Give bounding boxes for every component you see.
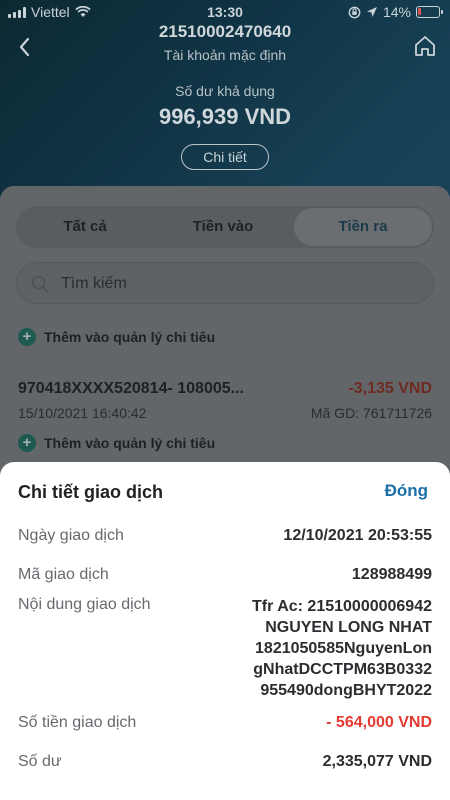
- orientation-lock-icon: [348, 6, 361, 18]
- transaction-amount-value: - 564,000 VND: [326, 714, 432, 731]
- transaction-content-label: Nội dung giao dịch: [18, 596, 151, 613]
- balance-after-label: Số dư: [18, 753, 62, 770]
- transaction-content-value: Tfr Ac: 21510000006942 NGUYEN LONG NHAT …: [252, 596, 432, 701]
- account-type: Tài khoản mặc định: [163, 47, 287, 63]
- transaction-code-value: 128988499: [351, 566, 432, 583]
- transaction-description: 970418XXXX520814- 108005...: [18, 380, 244, 397]
- transaction-code: Mã GD: 761711726: [310, 405, 432, 421]
- transaction-filter-tabs: Tất cả Tiền vào Tiền ra: [16, 206, 434, 248]
- account-number: 21510002470640: [158, 22, 292, 41]
- transaction-date-value: 12/10/2021 20:53:55: [283, 527, 432, 544]
- content-line: 1821050585NguyenLon: [255, 640, 432, 657]
- balance-value: 996,939 VND: [158, 104, 292, 129]
- sheet-title: Chi tiết giao dịch: [18, 482, 164, 502]
- transaction-amount: -3,135 VND: [348, 380, 432, 397]
- transaction-code-label: Mã giao dịch: [18, 566, 109, 583]
- plus-icon: +: [18, 328, 36, 346]
- transaction-date-label: Ngày giao dịch: [18, 527, 124, 544]
- content-line: NGUYEN LONG NHAT: [265, 619, 432, 636]
- add-to-spending-label: Thêm vào quản lý chi tiêu: [44, 435, 216, 451]
- add-to-spending-button[interactable]: + Thêm vào quản lý chi tiêu: [18, 328, 215, 346]
- battery-icon: [416, 6, 443, 18]
- content-line: gNhatDCCTPM63B0332: [253, 661, 432, 678]
- plus-icon: +: [18, 434, 36, 452]
- search-input[interactable]: [61, 271, 411, 297]
- transaction-date: 15/10/2021 16:40:42: [18, 405, 147, 421]
- content-line: Tfr Ac: 21510000006942: [252, 598, 432, 615]
- search-bar: [16, 262, 434, 304]
- tab-outgoing[interactable]: Tiền ra: [294, 208, 432, 246]
- content-line: 955490dongBHYT2022: [260, 682, 432, 699]
- search-icon: [31, 275, 49, 293]
- tab-incoming[interactable]: Tiền vào: [154, 206, 292, 248]
- add-to-spending-label: Thêm vào quản lý chi tiêu: [44, 329, 216, 345]
- add-to-spending-button[interactable]: + Thêm vào quản lý chi tiêu: [18, 434, 215, 452]
- transaction-amount-label: Số tiền giao dịch: [18, 714, 137, 731]
- battery-percent: 14%: [382, 4, 411, 20]
- balance-label: Số dư khả dụng: [175, 83, 275, 99]
- account-detail-button[interactable]: Chi tiết: [181, 144, 269, 170]
- balance-after-value: 2,335,077 VND: [322, 753, 432, 770]
- location-icon: [366, 7, 377, 17]
- status-bar: Viettel 13:30 14%: [0, 0, 450, 24]
- close-button[interactable]: Đóng: [385, 481, 428, 501]
- tab-all[interactable]: Tất cả: [16, 206, 154, 248]
- transaction-detail-sheet: Chi tiết giao dịch Đóng Ngày giao dịch 1…: [0, 462, 450, 800]
- home-icon[interactable]: [412, 33, 438, 59]
